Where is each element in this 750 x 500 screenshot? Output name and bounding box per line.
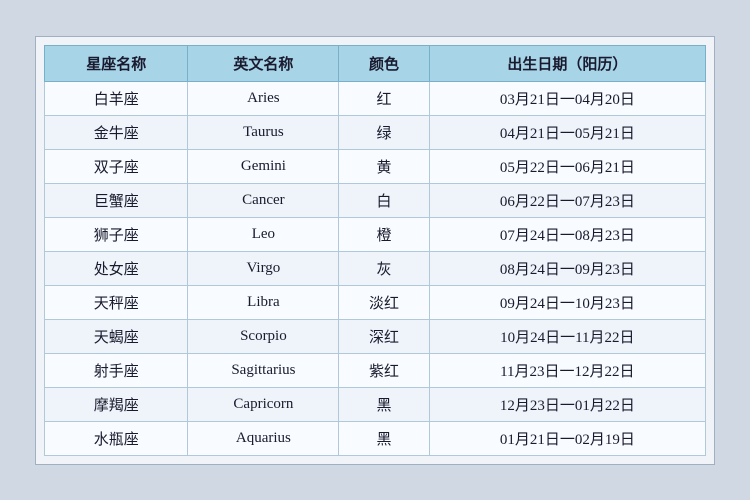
table-row: 白羊座Aries红03月21日一04月20日	[45, 81, 706, 115]
table-cell-9-3: 12月23日一01月22日	[429, 387, 705, 421]
table-cell-8-3: 11月23日一12月22日	[429, 353, 705, 387]
table-row: 狮子座Leo橙07月24日一08月23日	[45, 217, 706, 251]
table-cell-7-2: 深红	[339, 319, 429, 353]
col-header-chinese-name: 星座名称	[45, 45, 188, 81]
table-cell-3-3: 06月22日一07月23日	[429, 183, 705, 217]
table-cell-5-1: Virgo	[188, 251, 339, 285]
table-row: 射手座Sagittarius紫红11月23日一12月22日	[45, 353, 706, 387]
table-row: 摩羯座Capricorn黑12月23日一01月22日	[45, 387, 706, 421]
col-header-english-name: 英文名称	[188, 45, 339, 81]
zodiac-table-container: 星座名称 英文名称 颜色 出生日期（阳历） 白羊座Aries红03月21日一04…	[35, 36, 715, 465]
table-cell-8-0: 射手座	[45, 353, 188, 387]
table-cell-1-0: 金牛座	[45, 115, 188, 149]
table-row: 巨蟹座Cancer白06月22日一07月23日	[45, 183, 706, 217]
table-header-row: 星座名称 英文名称 颜色 出生日期（阳历）	[45, 45, 706, 81]
table-cell-3-1: Cancer	[188, 183, 339, 217]
table-cell-1-2: 绿	[339, 115, 429, 149]
table-cell-6-3: 09月24日一10月23日	[429, 285, 705, 319]
col-header-birthdate: 出生日期（阳历）	[429, 45, 705, 81]
table-row: 水瓶座Aquarius黑01月21日一02月19日	[45, 421, 706, 455]
table-cell-9-1: Capricorn	[188, 387, 339, 421]
table-row: 天蝎座Scorpio深红10月24日一11月22日	[45, 319, 706, 353]
table-cell-2-2: 黄	[339, 149, 429, 183]
table-cell-1-3: 04月21日一05月21日	[429, 115, 705, 149]
table-cell-6-2: 淡红	[339, 285, 429, 319]
table-cell-7-3: 10月24日一11月22日	[429, 319, 705, 353]
table-cell-0-0: 白羊座	[45, 81, 188, 115]
table-cell-2-3: 05月22日一06月21日	[429, 149, 705, 183]
table-cell-5-3: 08月24日一09月23日	[429, 251, 705, 285]
table-cell-3-0: 巨蟹座	[45, 183, 188, 217]
table-row: 双子座Gemini黄05月22日一06月21日	[45, 149, 706, 183]
table-cell-6-1: Libra	[188, 285, 339, 319]
table-cell-5-2: 灰	[339, 251, 429, 285]
table-cell-7-0: 天蝎座	[45, 319, 188, 353]
table-cell-6-0: 天秤座	[45, 285, 188, 319]
table-cell-3-2: 白	[339, 183, 429, 217]
table-cell-4-1: Leo	[188, 217, 339, 251]
table-cell-10-2: 黑	[339, 421, 429, 455]
table-cell-2-1: Gemini	[188, 149, 339, 183]
table-cell-9-0: 摩羯座	[45, 387, 188, 421]
table-cell-5-0: 处女座	[45, 251, 188, 285]
table-cell-0-3: 03月21日一04月20日	[429, 81, 705, 115]
col-header-color: 颜色	[339, 45, 429, 81]
table-row: 处女座Virgo灰08月24日一09月23日	[45, 251, 706, 285]
table-row: 天秤座Libra淡红09月24日一10月23日	[45, 285, 706, 319]
table-cell-10-1: Aquarius	[188, 421, 339, 455]
table-cell-8-1: Sagittarius	[188, 353, 339, 387]
table-cell-4-3: 07月24日一08月23日	[429, 217, 705, 251]
table-cell-0-2: 红	[339, 81, 429, 115]
table-cell-8-2: 紫红	[339, 353, 429, 387]
table-cell-10-3: 01月21日一02月19日	[429, 421, 705, 455]
table-row: 金牛座Taurus绿04月21日一05月21日	[45, 115, 706, 149]
table-cell-2-0: 双子座	[45, 149, 188, 183]
table-cell-10-0: 水瓶座	[45, 421, 188, 455]
table-cell-4-0: 狮子座	[45, 217, 188, 251]
table-cell-7-1: Scorpio	[188, 319, 339, 353]
table-cell-4-2: 橙	[339, 217, 429, 251]
table-cell-0-1: Aries	[188, 81, 339, 115]
zodiac-table: 星座名称 英文名称 颜色 出生日期（阳历） 白羊座Aries红03月21日一04…	[44, 45, 706, 456]
table-cell-1-1: Taurus	[188, 115, 339, 149]
table-cell-9-2: 黑	[339, 387, 429, 421]
